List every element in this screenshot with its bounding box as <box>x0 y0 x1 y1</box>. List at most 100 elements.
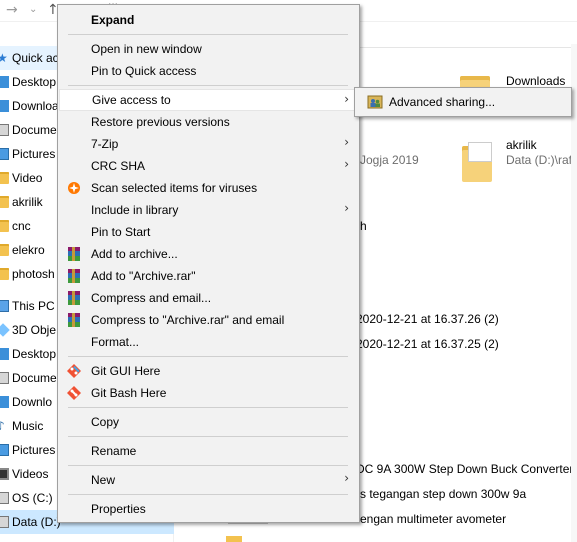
menu-item-compress-to-archive-and-email[interactable]: Compress to "Archive.rar" and email <box>60 309 357 331</box>
videos-icon <box>0 468 9 480</box>
submenu-arrow-icon: › <box>344 471 349 485</box>
git-bash-icon <box>67 386 81 400</box>
submenu-arrow-icon: › <box>344 157 349 171</box>
address-bar[interactable] <box>360 24 577 48</box>
menu-item-label: Give access to <box>92 93 171 107</box>
file-item-1[interactable]: 2020-12-21 at 16.37.26 (2) <box>356 312 499 326</box>
menu-item-new[interactable]: New › <box>60 469 357 491</box>
nav-item-label: Docume <box>12 371 57 385</box>
menu-item-copy[interactable]: Copy <box>60 411 357 433</box>
menu-item-pin-to-start[interactable]: Pin to Start <box>60 221 357 243</box>
menu-separator <box>68 356 348 357</box>
menu-item-properties[interactable]: Properties <box>60 498 357 520</box>
nav-item-label: akrilik <box>12 195 43 209</box>
menu-item-label: 7-Zip <box>91 137 119 151</box>
menu-separator <box>68 494 348 495</box>
downloads-icon <box>0 100 9 112</box>
akrilik-folder-path: Data (D:)\rafto <box>506 153 577 167</box>
file-item-2[interactable]: 2020-12-21 at 16.37.25 (2) <box>356 337 499 351</box>
menu-item-label: Compress and email... <box>91 291 212 305</box>
nav-item-label: Video <box>12 171 43 185</box>
jogja-folder-label[interactable]: Jogja 2019 <box>360 153 419 167</box>
menu-item-include-in-library[interactable]: Include in library › <box>60 199 357 221</box>
recent-dropdown-icon[interactable]: ⌄ <box>29 4 37 15</box>
menu-item-open-in-new-window[interactable]: Open in new window <box>60 38 357 60</box>
menu-item-restore-previous-versions[interactable]: Restore previous versions <box>60 111 357 133</box>
menu-item-give-access-to[interactable]: Give access to › <box>59 89 358 111</box>
nav-item-label: Downlo <box>12 395 53 409</box>
menu-item-label: Restore previous versions <box>91 115 230 129</box>
submenu-arrow-icon: › <box>344 201 349 215</box>
nav-item-label: OS (C:) <box>12 491 53 505</box>
menu-item-expand[interactable]: Expand <box>60 9 357 31</box>
folder-icon <box>0 172 9 184</box>
nav-item-label: Data (D:) <box>12 515 61 529</box>
advanced-sharing-icon <box>367 95 383 109</box>
menu-item-add-to-archive[interactable]: Add to archive... <box>60 243 357 265</box>
documents-icon <box>0 372 9 384</box>
menu-item-crc-sha[interactable]: CRC SHA › <box>60 155 357 177</box>
menu-item-label: Compress to "Archive.rar" and email <box>91 313 285 327</box>
folder-icon <box>0 244 9 256</box>
submenu-arrow-icon: › <box>344 135 349 149</box>
content-fragment-h: h <box>360 219 367 233</box>
drive-icon <box>0 516 9 528</box>
winrar-icon <box>68 313 80 327</box>
vertical-scrollbar[interactable] <box>571 44 577 542</box>
nav-item-label: This PC <box>12 299 55 313</box>
menu-item-label: Expand <box>91 13 135 27</box>
desktop-icon <box>0 348 9 360</box>
menu-item-label: Format... <box>91 335 140 349</box>
file-item-5[interactable]: engan multimeter avometer <box>360 512 506 526</box>
menu-item-format[interactable]: Format... <box>60 331 357 353</box>
menu-item-label: Add to "Archive.rar" <box>91 269 196 283</box>
menu-item-label: Add to archive... <box>91 247 178 261</box>
folder-sheet-icon <box>468 142 492 162</box>
submenu-arrow-icon: › <box>344 92 349 106</box>
nav-item-label: Videos <box>12 467 49 481</box>
nav-item-label: 3D Obje <box>12 323 57 337</box>
menu-item-label: Rename <box>91 444 137 458</box>
3d-objects-icon <box>0 323 10 337</box>
menu-item-compress-and-email[interactable]: Compress and email... <box>60 287 357 309</box>
documents-icon <box>0 124 9 136</box>
nav-item-label: elekro <box>12 243 45 257</box>
nav-item-label: photosh <box>12 267 55 281</box>
folder-icon <box>0 196 9 208</box>
nav-item-label: Pictures <box>12 147 56 161</box>
pc-icon <box>0 300 9 312</box>
akrilik-folder-label[interactable]: akrilik <box>506 138 537 152</box>
file-item-3[interactable]: DC 9A 300W Step Down Buck Converter 5- <box>356 462 577 476</box>
downloads-folder-label[interactable]: Downloads <box>506 74 565 88</box>
git-gui-icon <box>67 364 81 378</box>
folder-icon <box>226 536 242 542</box>
menu-item-pin-to-quick-access[interactable]: Pin to Quick access <box>60 60 357 82</box>
winrar-icon <box>68 247 80 261</box>
menu-item-advanced-sharing[interactable]: Advanced sharing... <box>357 91 569 113</box>
folder-icon <box>0 268 9 280</box>
file-item-4[interactable]: s tegangan step down 300w 9a <box>360 487 526 501</box>
menu-item-7zip[interactable]: 7-Zip › <box>60 133 357 155</box>
winrar-icon <box>68 291 80 305</box>
drive-icon <box>0 492 9 504</box>
menu-item-label: Pin to Start <box>91 225 151 239</box>
menu-item-git-bash-here[interactable]: Git Bash Here <box>60 382 357 404</box>
menu-item-add-to-archive-rar[interactable]: Add to "Archive.rar" <box>60 265 357 287</box>
menu-item-scan-for-viruses[interactable]: Scan selected items for viruses <box>60 177 357 199</box>
menu-item-label: Scan selected items for viruses <box>91 181 258 195</box>
nav-item-label: Pictures <box>12 443 56 457</box>
menu-item-label: Properties <box>91 502 146 516</box>
menu-item-label: Pin to Quick access <box>91 64 197 78</box>
forward-arrow-icon[interactable]: → <box>6 2 18 18</box>
downloads-icon <box>0 396 9 408</box>
menu-item-label: Git GUI Here <box>91 364 161 378</box>
give-access-submenu: Advanced sharing... <box>354 87 572 117</box>
menu-item-git-gui-here[interactable]: Git GUI Here <box>60 360 357 382</box>
nav-item-label: Music <box>12 419 44 433</box>
music-icon: ♪ <box>0 419 5 433</box>
menu-item-label: Git Bash Here <box>91 386 167 400</box>
winrar-icon <box>68 269 80 283</box>
pictures-icon <box>0 148 9 160</box>
menu-item-rename[interactable]: Rename <box>60 440 357 462</box>
star-icon: ★ <box>0 51 8 65</box>
